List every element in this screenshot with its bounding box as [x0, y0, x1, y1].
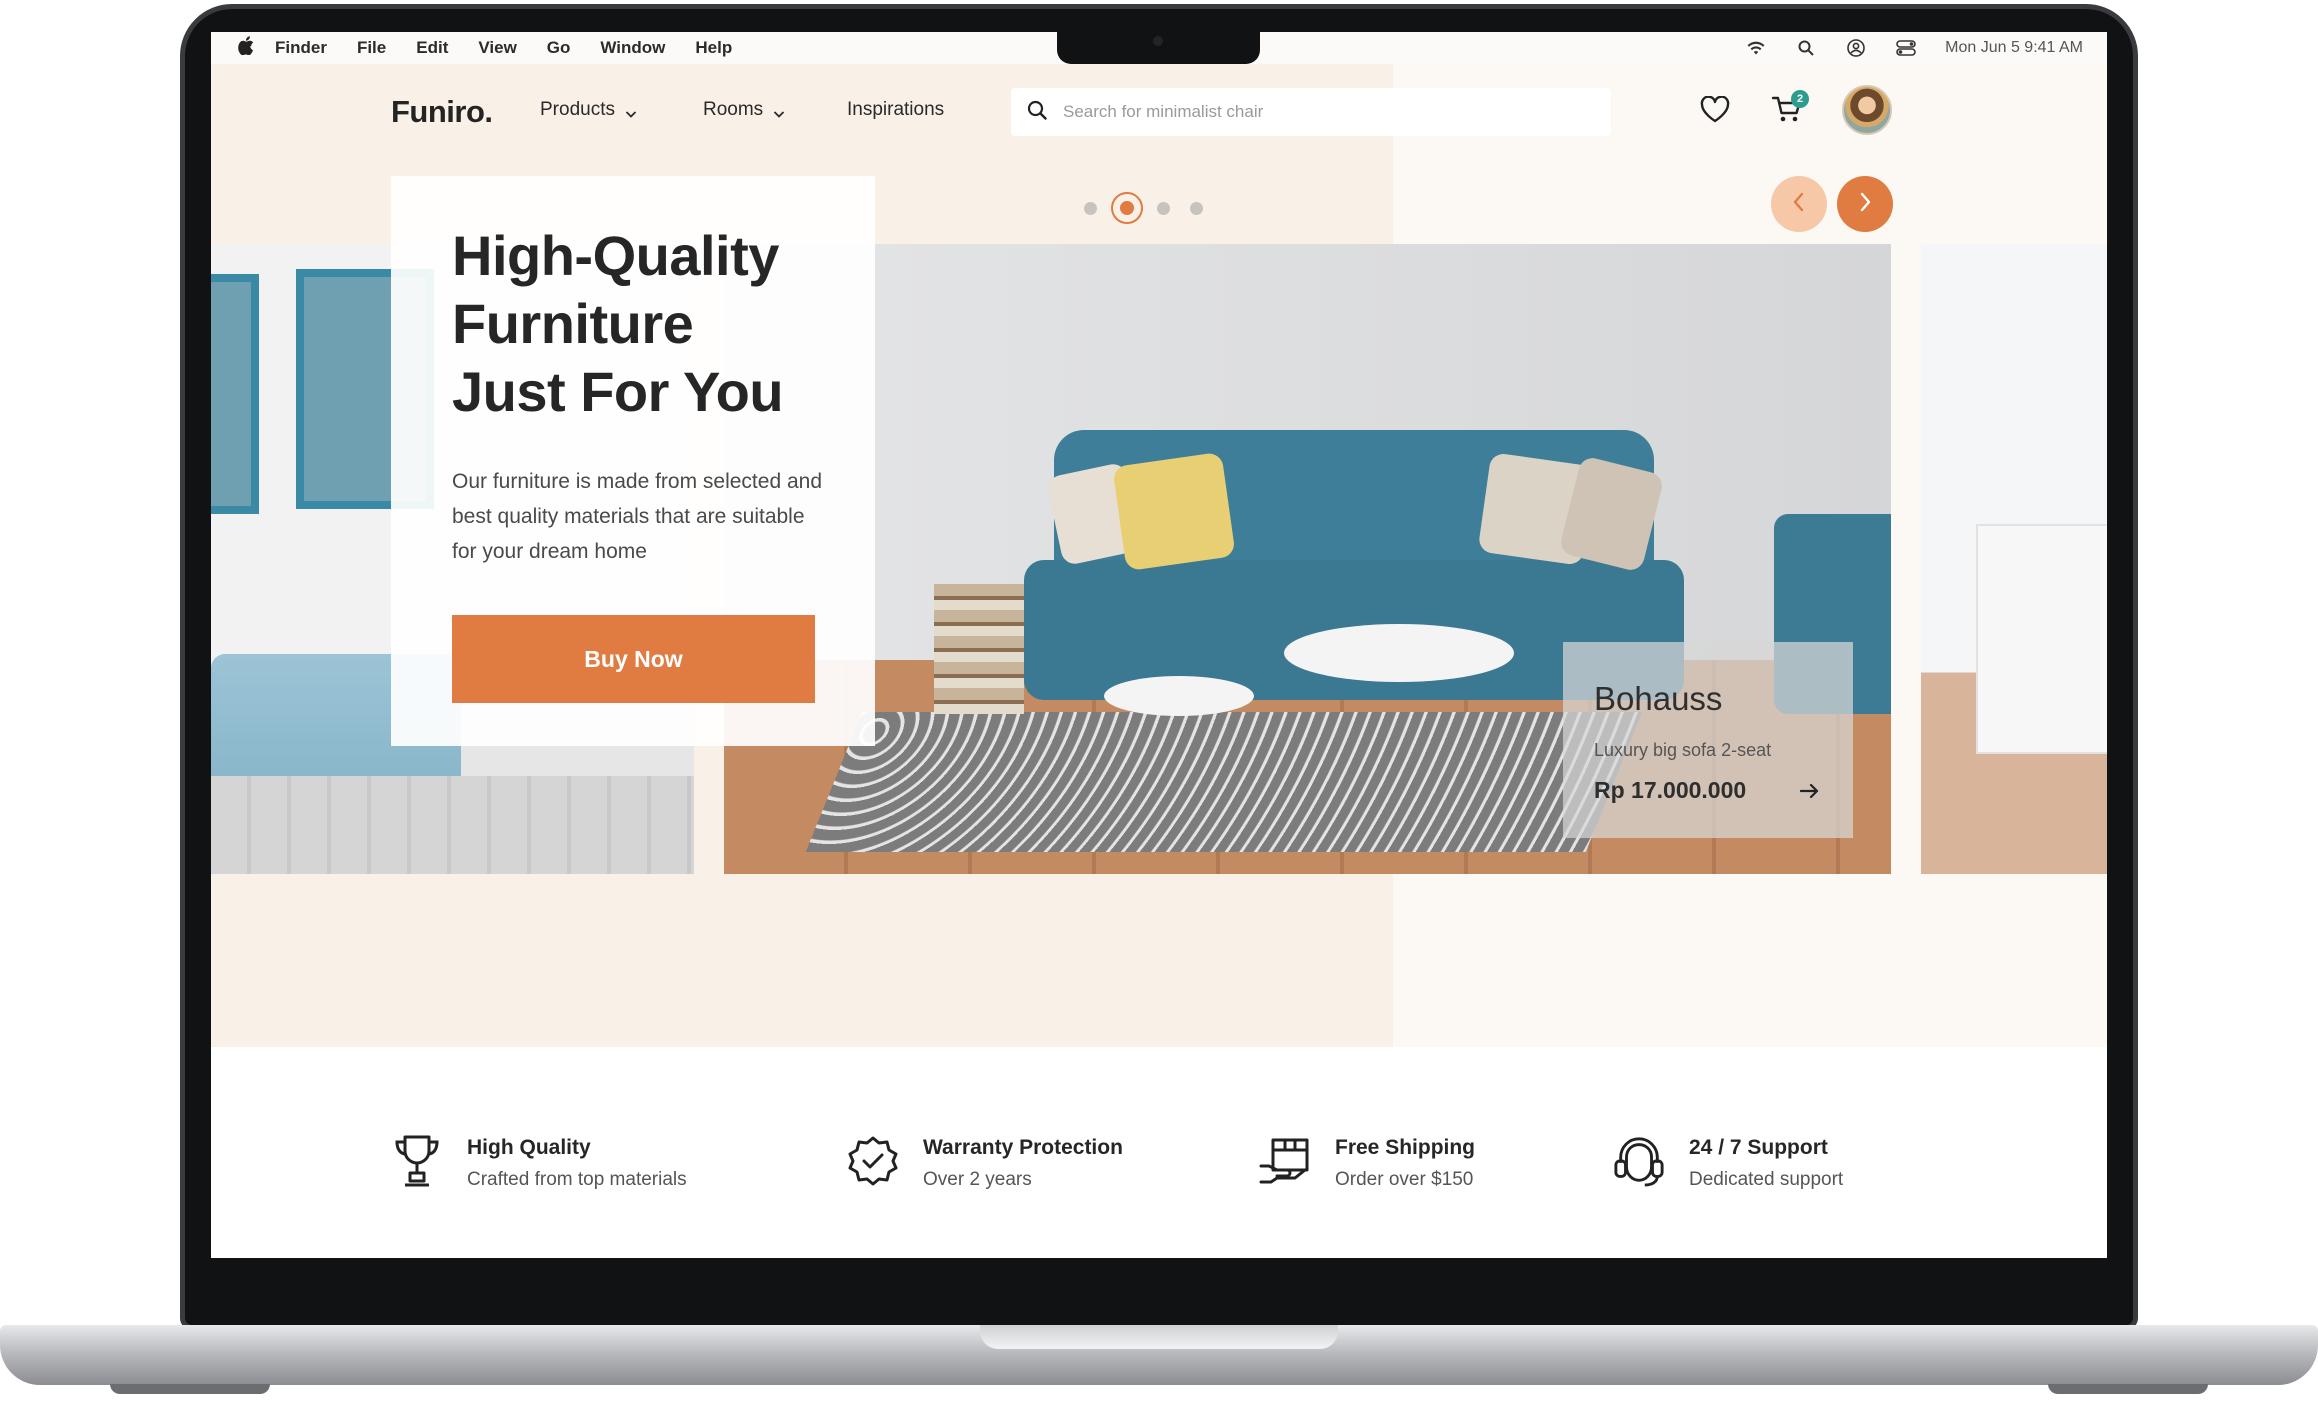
product-price: Rp 17.000.000 [1594, 777, 1747, 803]
menubar-clock[interactable]: Mon Jun 5 9:41 AM [1945, 39, 2083, 57]
feature-subtitle: Dedicated support [1689, 1169, 1844, 1190]
user-avatar[interactable] [1842, 85, 1892, 135]
chevron-down-icon [773, 104, 785, 118]
menu-go[interactable]: Go [547, 38, 571, 58]
nav-rooms[interactable]: Rooms [703, 99, 785, 121]
feature-high-quality: High Quality Crafted from top materials [391, 1133, 687, 1195]
feature-text: Free Shipping Order over $150 [1335, 1133, 1475, 1195]
floor-boards [211, 776, 694, 874]
nav-inspirations[interactable]: Inspirations [847, 99, 944, 121]
menu-file[interactable]: File [357, 38, 386, 58]
feature-text: High Quality Crafted from top materials [467, 1133, 687, 1195]
pillow-yellow [1112, 451, 1236, 572]
chevron-right-icon [1857, 192, 1873, 217]
menu-view[interactable]: View [478, 38, 516, 58]
product-name: Bohauss [1594, 680, 1723, 717]
nav-inspirations-label: Inspirations [847, 99, 945, 120]
book-stack [934, 584, 1024, 714]
feature-warranty: Warranty Protection Over 2 years [847, 1133, 1123, 1195]
apple-logo-icon[interactable] [235, 36, 257, 60]
menubar-status-area: Mon Jun 5 9:41 AM [1745, 32, 2083, 64]
wishlist-button[interactable] [1697, 94, 1733, 130]
cart-count-badge: 2 [1791, 90, 1809, 108]
menu-help[interactable]: Help [695, 38, 732, 58]
camera-icon [1153, 36, 1163, 46]
buy-now-button[interactable]: Buy Now [452, 615, 815, 703]
arrow-right-icon[interactable] [1798, 779, 1822, 803]
hero-description: Our furniture is made from selected and … [452, 470, 823, 563]
feature-free-shipping: Free Shipping Order over $150 [1259, 1133, 1475, 1195]
carousel-next-button[interactable] [1837, 176, 1893, 232]
site-logo[interactable]: Funiro. [391, 94, 493, 130]
carousel-dot-3[interactable] [1157, 201, 1170, 215]
nav-products-label: Products [540, 99, 615, 120]
control-center-icon[interactable] [1895, 37, 1917, 59]
support-headset-icon [1613, 1133, 1665, 1189]
cart-button[interactable]: 2 [1769, 90, 1809, 130]
laptop-base-notch [980, 1325, 1338, 1349]
shipping-box-icon [1259, 1133, 1311, 1189]
feature-support: 24 / 7 Support Dedicated support [1613, 1133, 1843, 1195]
chevron-left-icon [1791, 192, 1807, 217]
hero-title: High-Quality Furniture Just For You [452, 222, 832, 426]
laptop-foot-right [2048, 1384, 2208, 1394]
carousel-pagination [1084, 192, 1203, 224]
product-description: Luxury big sofa 2-seat [1594, 740, 1772, 760]
laptop-foot-left [110, 1384, 270, 1394]
hero-title-line-1: High-Quality [452, 224, 779, 287]
side-table [1104, 676, 1254, 716]
feature-subtitle: Crafted from top materials [467, 1169, 687, 1190]
heart-icon [1700, 95, 1730, 128]
features-section: High Quality Crafted from top materials … [211, 1047, 2107, 1258]
trophy-icon [391, 1133, 443, 1189]
menu-finder[interactable]: Finder [275, 38, 327, 58]
wall-frame-art [211, 274, 259, 514]
menu-edit[interactable]: Edit [416, 38, 448, 58]
coffee-table [1284, 624, 1514, 682]
search-bar[interactable] [1011, 88, 1611, 136]
verified-check-icon [847, 1133, 899, 1189]
hero-card: High-Quality Furniture Just For You Our … [391, 176, 875, 746]
hero-title-line-3: Just For You [452, 360, 784, 423]
feature-text: 24 / 7 Support Dedicated support [1689, 1133, 1843, 1195]
laptop-screen: Finder File Edit View Go Window Help Mon… [211, 32, 2107, 1258]
spotlight-search-icon[interactable] [1795, 37, 1817, 59]
feature-subtitle: Order over $150 [1335, 1169, 1474, 1190]
hero-title-line-2: Furniture [452, 292, 694, 355]
wifi-icon[interactable] [1745, 37, 1767, 59]
search-input[interactable] [1063, 102, 1563, 122]
feature-subtitle: Over 2 years [923, 1169, 1032, 1190]
feature-title: Warranty Protection [923, 1136, 1123, 1159]
carousel-dot-2-active[interactable] [1111, 192, 1143, 224]
menu-window[interactable]: Window [600, 38, 665, 58]
feature-title: Free Shipping [1335, 1136, 1476, 1159]
feature-title: High Quality [467, 1136, 591, 1159]
feature-title: 24 / 7 Support [1689, 1136, 1828, 1159]
carousel-dot-4[interactable] [1190, 201, 1203, 215]
nav-products[interactable]: Products [540, 99, 637, 121]
carousel-prev-button[interactable] [1771, 176, 1827, 232]
patterned-rug [805, 712, 1643, 852]
carousel-dot-1[interactable] [1084, 201, 1097, 215]
chevron-down-icon [625, 104, 637, 118]
product-info-card[interactable]: Bohauss Luxury big sofa 2-seat Rp 17.000… [1563, 642, 1853, 838]
nav-rooms-label: Rooms [703, 99, 764, 120]
user-account-icon[interactable] [1845, 37, 1867, 59]
hero-slide-next-image[interactable] [1921, 244, 2107, 874]
feature-text: Warranty Protection Over 2 years [923, 1133, 1123, 1195]
white-dresser [1976, 524, 2107, 754]
product-price-row: Rp 17.000.000 [1594, 777, 1822, 804]
search-icon [1027, 100, 1047, 125]
